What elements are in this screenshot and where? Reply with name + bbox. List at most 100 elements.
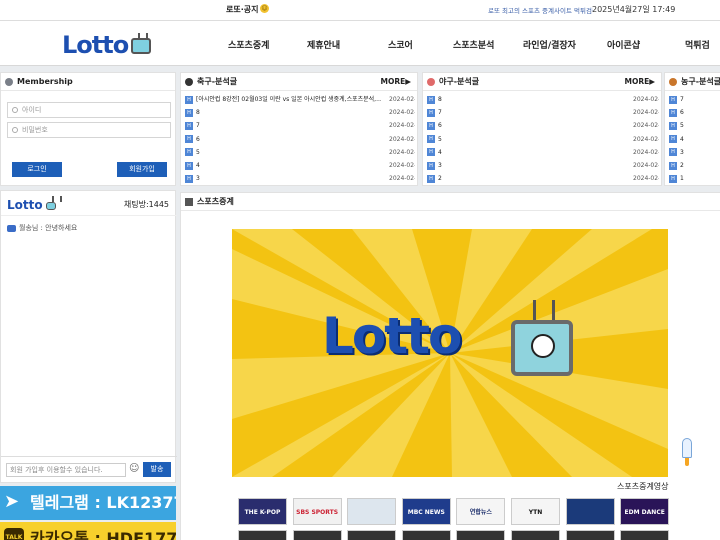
telegram-banner[interactable]: ➤ 텔레그램 : LK123777 xyxy=(0,486,176,520)
list-item[interactable]: H5 2024-02-03 xyxy=(427,133,659,146)
list-item[interactable]: H4 xyxy=(669,133,720,146)
channel-thumbnail[interactable]: MBC NEWS xyxy=(401,498,451,525)
hot-badge: H xyxy=(185,108,193,117)
kakao-banner[interactable]: TALK 카카오톡 : HDF177 xyxy=(0,522,176,540)
list-item[interactable]: H6 2024-02-03 xyxy=(185,133,415,146)
list-item-date: 2024-02-03 xyxy=(389,109,415,117)
baseball-more-link[interactable]: MORE▶ xyxy=(624,73,655,91)
list-item[interactable]: H4 2024-02-03 xyxy=(185,159,415,172)
list-item[interactable]: H5 2024-02-03 xyxy=(185,146,415,159)
list-item[interactable]: H6 2024-02-03 xyxy=(427,119,659,132)
channel-thumbnail[interactable]: SBS SPORTS 19 xyxy=(292,498,342,540)
basketball-title-text: 농구-분석글 xyxy=(681,77,720,86)
nav-item-analysis[interactable]: 스포츠분석 xyxy=(453,38,494,51)
hot-badge: H xyxy=(669,121,677,130)
channel-thumbnail[interactable] xyxy=(347,498,397,525)
login-button[interactable]: 로그인 xyxy=(12,162,62,177)
list-item-date: 2024-02-03 xyxy=(633,122,659,130)
list-item[interactable]: H3 2024-02-03 xyxy=(185,172,415,185)
channel-thumbnail[interactable] xyxy=(456,530,506,540)
kakao-talk-icon: TALK xyxy=(4,528,24,540)
list-item-date: 2024-02-03 xyxy=(633,175,659,183)
membership-title-text: Membership xyxy=(17,77,73,86)
hot-badge: H xyxy=(185,121,193,130)
channel-thumbnail[interactable]: 연합뉴스 xyxy=(456,498,506,525)
list-item[interactable]: H7 xyxy=(669,93,720,106)
top-bar: 로또·공지 ☺ 로또 최고의 스포츠 중계사이트 먹튀검증 2025년4월27일… xyxy=(0,0,720,21)
channel-thumbnail[interactable]: YTN xyxy=(511,498,560,525)
hot-badge: H xyxy=(185,174,193,183)
list-item-date: 2024-02-03 xyxy=(633,96,659,103)
baseball-title: 야구-분석글 MORE▶ xyxy=(423,73,661,91)
channel-thumbnail[interactable] xyxy=(511,530,560,540)
list-item-title: 1 xyxy=(680,175,684,183)
channel-thumbnail[interactable]: THE K-POP xyxy=(238,498,287,525)
channel-thumbnail[interactable] xyxy=(401,530,451,540)
list-item-date: 2024-02-03 xyxy=(633,109,659,117)
list-item-title: 3 xyxy=(680,148,684,156)
list-item[interactable]: H5 xyxy=(669,119,720,132)
list-item-date: 2024-02-03 xyxy=(633,148,659,156)
nav-item-partnership[interactable]: 제휴안내 xyxy=(307,38,340,51)
hot-badge: H xyxy=(427,148,435,157)
nav-item-live[interactable]: 스포츠중계 xyxy=(228,38,269,51)
list-item-title: 4 xyxy=(680,135,684,143)
level-icon xyxy=(7,224,16,232)
channel-thumbnail[interactable] xyxy=(620,530,670,540)
list-item[interactable]: H8 2024-02-03 xyxy=(427,93,659,106)
list-item[interactable]: H3 2024-02-03 xyxy=(427,159,659,172)
list-item[interactable]: H2 2024-02-03 xyxy=(427,172,659,185)
scroll-top-rocket-icon[interactable] xyxy=(680,438,694,468)
hot-badge: H xyxy=(185,135,193,144)
list-item-title: 5 xyxy=(680,122,684,130)
password-field[interactable]: 비밀번호 xyxy=(7,122,171,138)
id-placeholder: 아이디 xyxy=(22,106,42,114)
hot-badge: H xyxy=(669,174,677,183)
nav-item-scam-check[interactable]: 먹튀검 xyxy=(685,38,710,51)
chat-message: 월송님 : 안녕하세요 xyxy=(7,223,77,233)
emoji-icon[interactable]: ☺ xyxy=(129,463,139,474)
soccer-panel: 축구-분석글 MORE▶ H [아시안컵 8강전] 02월03일 이란 vs 일본 … xyxy=(180,72,418,186)
nav-item-score[interactable]: 스코어 xyxy=(388,38,413,51)
list-item[interactable]: H7 2024-02-03 xyxy=(427,106,659,119)
list-item[interactable]: H3 xyxy=(669,146,720,159)
send-button[interactable]: 발송 xyxy=(143,462,171,477)
notice-label[interactable]: 로또·공지 xyxy=(226,4,258,15)
basketball-panel: 농구-분석글 H7H6H5H4H3H2H1 xyxy=(664,72,720,186)
kakao-banner-text: 카카오톡 : HDF177 xyxy=(30,529,176,540)
list-item[interactable]: H2 xyxy=(669,159,720,172)
channel-thumbnail[interactable] xyxy=(347,530,397,540)
list-item[interactable]: H7 2024-02-03 xyxy=(185,119,415,132)
list-item-title: 4 xyxy=(438,148,442,156)
chat-input[interactable]: 회원 가입후 이용할수 있습니다. xyxy=(6,463,126,477)
hot-badge: H xyxy=(427,121,435,130)
list-item[interactable]: H1 xyxy=(669,172,720,185)
list-item[interactable]: H [아시안컵 8강전] 02월03일 이란 vs 일본 아시안컵 생중계,스포츠… xyxy=(185,93,415,106)
marquee-text: 로또 최고의 스포츠 중계사이트 먹튀검증 xyxy=(488,7,593,15)
channel-thumbnail[interactable] xyxy=(292,530,342,540)
list-item[interactable]: H4 2024-02-03 xyxy=(427,146,659,159)
page: 로또·공지 ☺ 로또 최고의 스포츠 중계사이트 먹튀검증 2025년4월27일… xyxy=(0,0,720,540)
list-item[interactable]: H8 2024-02-03 xyxy=(185,106,415,119)
list-item-title: 7 xyxy=(438,109,442,117)
list-item[interactable]: H6 xyxy=(669,106,720,119)
list-item-date: 2024-02-03 xyxy=(389,135,415,143)
channel-thumbnail[interactable]: EDM DANCE PARTY xyxy=(620,498,670,540)
id-field[interactable]: 아이디 xyxy=(7,102,171,118)
video-player[interactable]: Lotto xyxy=(232,229,668,477)
lock-icon xyxy=(12,127,18,133)
list-item-title: 8 xyxy=(196,109,200,117)
video-logo: Lotto xyxy=(322,307,462,365)
hot-badge: H xyxy=(427,135,435,144)
soccer-more-link[interactable]: MORE▶ xyxy=(380,73,411,91)
nav-item-lineup[interactable]: 라인업/결장자 xyxy=(523,38,576,51)
channel-thumbnail[interactable] xyxy=(238,530,287,540)
chat-panel: Lotto 채팅방:1445 월송님 : 안녕하세요 회원 가입후 이용할수 있… xyxy=(0,190,177,483)
channel-thumbnail[interactable] xyxy=(565,530,615,540)
signup-button[interactable]: 회원가입 xyxy=(117,162,167,177)
nav-item-iconshop[interactable]: 아이콘샵 xyxy=(607,38,640,51)
hot-badge: H xyxy=(669,135,677,144)
hot-badge: H xyxy=(185,95,193,104)
site-logo[interactable]: Lotto xyxy=(62,31,152,59)
channel-thumbnail[interactable] xyxy=(565,498,615,525)
